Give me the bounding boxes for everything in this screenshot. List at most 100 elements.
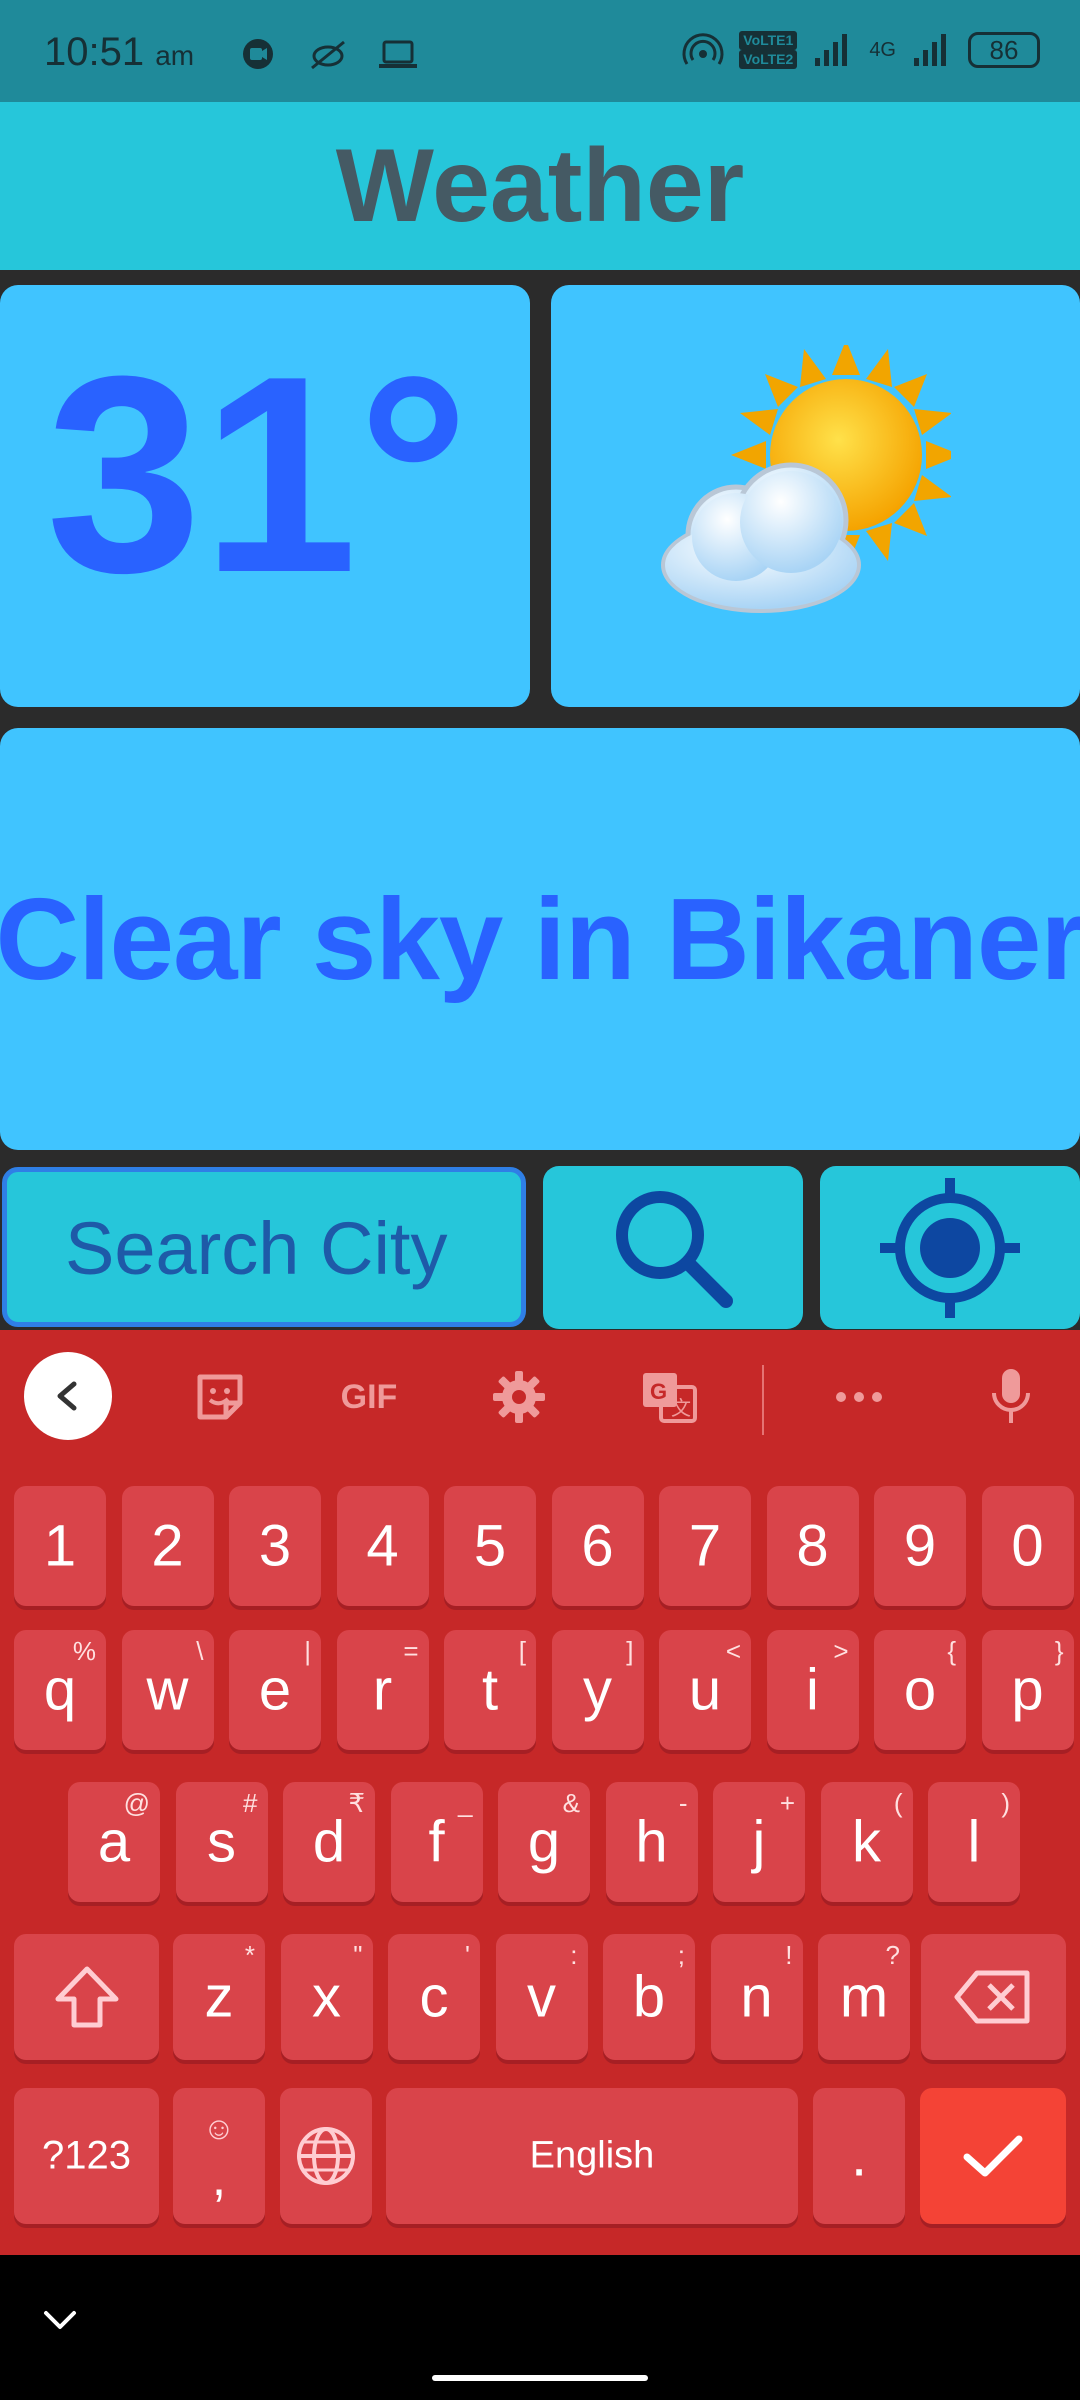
key-4[interactable]: 4 bbox=[336, 1486, 429, 1606]
key-alt-label: ! bbox=[785, 1940, 793, 1970]
key-s[interactable]: s # bbox=[175, 1782, 268, 1902]
key-5[interactable]: 5 bbox=[444, 1486, 536, 1606]
key-label: v bbox=[527, 1964, 556, 2030]
battery-level: 86 bbox=[989, 34, 1019, 65]
key-g[interactable]: g & bbox=[498, 1782, 590, 1902]
key-w[interactable]: w \ bbox=[121, 1630, 214, 1750]
key-1[interactable]: 1 bbox=[14, 1486, 106, 1606]
key-x[interactable]: x " bbox=[280, 1934, 373, 2060]
sun-behind-cloud-icon bbox=[661, 345, 951, 613]
hotspot-icon bbox=[682, 33, 724, 65]
key-alt-label: _ bbox=[458, 1788, 473, 1818]
language-key[interactable] bbox=[280, 2088, 372, 2224]
app-header: Weather bbox=[0, 102, 1080, 270]
key-z[interactable]: z * bbox=[173, 1934, 265, 2060]
key-m[interactable]: m? bbox=[818, 1934, 910, 2060]
svg-text:G: G bbox=[650, 1379, 667, 1404]
key-l[interactable]: l) bbox=[928, 1782, 1020, 1902]
period-key[interactable]: . bbox=[813, 2088, 905, 2224]
key-v[interactable]: v: bbox=[495, 1934, 588, 2060]
key-0[interactable]: 0 bbox=[981, 1486, 1074, 1606]
key-alt-label: > bbox=[833, 1636, 849, 1666]
key-j[interactable]: j + bbox=[713, 1782, 805, 1902]
time-ampm: am bbox=[155, 40, 195, 71]
checkmark-icon bbox=[963, 2135, 1023, 2177]
enter-key[interactable] bbox=[920, 2088, 1066, 2224]
key-alt-label: ₹ bbox=[348, 1788, 365, 1818]
key-label: n bbox=[740, 1964, 773, 2030]
keyboard-settings-button[interactable] bbox=[474, 1352, 564, 1442]
more-options-button[interactable] bbox=[814, 1352, 904, 1442]
key-d[interactable]: d ₹ bbox=[283, 1782, 375, 1902]
laptop-icon bbox=[379, 40, 417, 68]
symbols-key[interactable]: ?123 bbox=[14, 2088, 159, 2224]
gear-icon bbox=[493, 1371, 545, 1423]
translate-button[interactable]: G 文 bbox=[624, 1352, 714, 1442]
keyboard-collapse-button[interactable] bbox=[24, 1352, 112, 1440]
status-time: 10:51 am bbox=[44, 30, 194, 75]
voice-input-button[interactable] bbox=[966, 1352, 1056, 1442]
key-n[interactable]: n! bbox=[710, 1934, 803, 2060]
key-i[interactable]: i > bbox=[766, 1630, 859, 1750]
space-key[interactable]: English bbox=[386, 2088, 798, 2224]
search-input[interactable] bbox=[63, 1202, 487, 1294]
shift-key[interactable] bbox=[14, 1934, 159, 2060]
key-6[interactable]: 6 bbox=[551, 1486, 644, 1606]
key-label: 8 bbox=[796, 1513, 829, 1579]
comma-emoji-key[interactable]: ☺, bbox=[173, 2088, 265, 2224]
key-3[interactable]: 3 bbox=[229, 1486, 321, 1606]
key-label: 0 bbox=[1011, 1513, 1044, 1579]
key-7[interactable]: 7 bbox=[659, 1486, 751, 1606]
sticker-button[interactable] bbox=[175, 1352, 265, 1442]
time-value: 10:51 bbox=[44, 30, 145, 74]
current-location-button[interactable] bbox=[820, 1166, 1080, 1329]
key-label: English bbox=[529, 2134, 655, 2177]
key-label: c bbox=[419, 1964, 449, 2030]
key-r[interactable]: r = bbox=[336, 1630, 429, 1750]
key-h[interactable]: h- bbox=[605, 1782, 698, 1902]
toolbar-divider bbox=[762, 1365, 764, 1435]
key-2[interactable]: 2 bbox=[121, 1486, 214, 1606]
key-b[interactable]: b; bbox=[603, 1934, 695, 2060]
backspace-key[interactable] bbox=[921, 1934, 1066, 2060]
key-o[interactable]: o{ bbox=[874, 1630, 966, 1750]
temperature-card: 31° bbox=[0, 285, 530, 707]
search-city-field[interactable] bbox=[2, 1167, 526, 1327]
key-c[interactable]: c ' bbox=[388, 1934, 480, 2060]
key-y[interactable]: y] bbox=[551, 1630, 644, 1750]
network-type-label: 4G bbox=[869, 38, 896, 61]
key-p[interactable]: p} bbox=[981, 1630, 1074, 1750]
gif-button[interactable]: GIF bbox=[324, 1352, 414, 1442]
shift-icon bbox=[55, 1966, 119, 2028]
home-gesture-bar[interactable] bbox=[432, 2375, 648, 2381]
key-a[interactable]: a @ bbox=[68, 1782, 160, 1902]
key-8[interactable]: 8 bbox=[766, 1486, 859, 1606]
key-alt-label: ( bbox=[893, 1788, 903, 1818]
system-icons: VoLTE1 VoLTE2 4G 86 bbox=[681, 30, 1040, 70]
battery-icon: 86 bbox=[968, 32, 1040, 68]
key-label: 3 bbox=[258, 1513, 292, 1579]
key-u[interactable]: u < bbox=[659, 1630, 751, 1750]
weather-icon-card bbox=[551, 285, 1080, 707]
key-alt-label: { bbox=[947, 1636, 956, 1666]
search-button[interactable] bbox=[543, 1166, 803, 1329]
key-alt-label: * bbox=[244, 1940, 255, 1970]
key-k[interactable]: k( bbox=[820, 1782, 913, 1902]
key-alt-label: : bbox=[570, 1940, 578, 1970]
microphone-icon bbox=[992, 1369, 1030, 1423]
key-alt-label: ; bbox=[677, 1940, 685, 1970]
key-label: z bbox=[204, 1964, 234, 2030]
soft-keyboard: GIF G 文 1 2 3 4 5 6 7 8 9 0 q % w \ e | … bbox=[0, 1330, 1080, 2255]
key-e[interactable]: e | bbox=[229, 1630, 321, 1750]
key-label: 2 bbox=[151, 1513, 184, 1579]
key-t[interactable]: t[ bbox=[444, 1630, 536, 1750]
key-9[interactable]: 9 bbox=[874, 1486, 966, 1606]
key-f[interactable]: f _ bbox=[390, 1782, 483, 1902]
key-alt-label: < bbox=[725, 1636, 741, 1666]
hide-keyboard-chevron-icon[interactable] bbox=[40, 2305, 80, 2335]
drone-icon bbox=[311, 40, 345, 70]
svg-text:文: 文 bbox=[671, 1397, 691, 1420]
key-q[interactable]: q% bbox=[14, 1630, 106, 1750]
key-alt-label: - bbox=[678, 1788, 688, 1818]
key-label: 6 bbox=[581, 1513, 614, 1579]
